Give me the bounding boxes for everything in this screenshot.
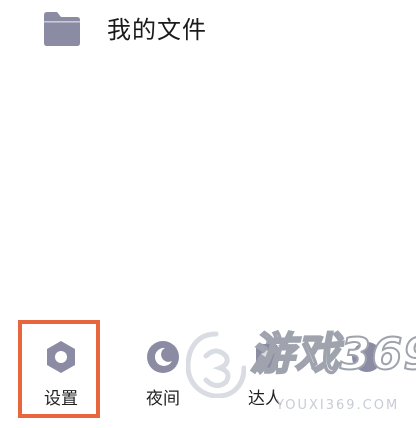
fourth-toolbar-button[interactable] [330, 318, 410, 428]
folder-icon [44, 12, 80, 46]
expert-button[interactable]: 达人 [226, 318, 306, 428]
night-mode-label: 夜间 [146, 389, 180, 409]
my-files-row[interactable]: 我的文件 [0, 0, 416, 60]
expert-label: 达人 [248, 389, 282, 409]
circle-icon [352, 342, 382, 372]
night-mode-button[interactable]: 夜间 [124, 318, 204, 428]
settings-highlight-box [18, 320, 100, 418]
my-files-label: 我的文件 [107, 16, 207, 44]
moon-icon [147, 341, 179, 373]
expert-badge-icon [256, 344, 278, 370]
